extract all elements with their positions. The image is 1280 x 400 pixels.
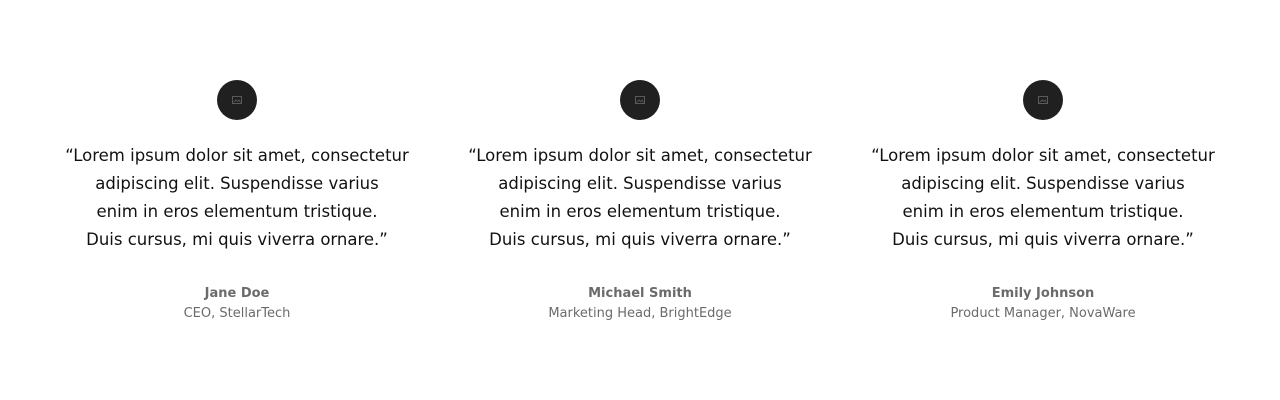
image-placeholder-icon [1038, 96, 1048, 104]
testimonial-card: “Lorem ipsum dolor sit amet, consectetur… [47, 80, 427, 324]
quote-line: “Lorem ipsum dolor sit amet, consectetur [468, 146, 812, 165]
testimonial-quote: “Lorem ipsum dolor sit amet, consectetur… [47, 142, 427, 254]
quote-line: adipiscing elit. Suspendisse varius [95, 174, 379, 193]
testimonial-author: Emily Johnson Product Manager, NovaWare [853, 284, 1233, 324]
image-placeholder-icon [635, 96, 645, 104]
quote-line: adipiscing elit. Suspendisse varius [498, 174, 782, 193]
author-name: Jane Doe [204, 286, 270, 301]
quote-line: Duis cursus, mi quis viverra ornare.” [86, 230, 388, 249]
quote-line: Duis cursus, mi quis viverra ornare.” [892, 230, 1194, 249]
quote-line: enim in eros elementum tristique. [96, 202, 378, 221]
testimonial-author: Michael Smith Marketing Head, BrightEdge [450, 284, 830, 324]
avatar [620, 80, 660, 120]
testimonial-author: Jane Doe CEO, StellarTech [47, 284, 427, 324]
testimonial-quote: “Lorem ipsum dolor sit amet, consectetur… [853, 142, 1233, 254]
quote-line: Duis cursus, mi quis viverra ornare.” [489, 230, 791, 249]
author-role: CEO, StellarTech [183, 306, 291, 321]
testimonial-card: “Lorem ipsum dolor sit amet, consectetur… [853, 80, 1233, 324]
quote-line: “Lorem ipsum dolor sit amet, consectetur [65, 146, 409, 165]
avatar [217, 80, 257, 120]
author-name: Michael Smith [588, 286, 692, 301]
avatar [1023, 80, 1063, 120]
testimonial-quote: “Lorem ipsum dolor sit amet, consectetur… [450, 142, 830, 254]
image-placeholder-icon [232, 96, 242, 104]
author-name: Emily Johnson [991, 286, 1095, 301]
testimonials-section: “Lorem ipsum dolor sit amet, consectetur… [0, 0, 1280, 400]
quote-line: enim in eros elementum tristique. [499, 202, 781, 221]
author-role: Marketing Head, BrightEdge [548, 306, 732, 321]
testimonial-card: “Lorem ipsum dolor sit amet, consectetur… [450, 80, 830, 324]
quote-line: adipiscing elit. Suspendisse varius [901, 174, 1185, 193]
author-role: Product Manager, NovaWare [950, 306, 1136, 321]
quote-line: enim in eros elementum tristique. [902, 202, 1184, 221]
quote-line: “Lorem ipsum dolor sit amet, consectetur [871, 146, 1215, 165]
